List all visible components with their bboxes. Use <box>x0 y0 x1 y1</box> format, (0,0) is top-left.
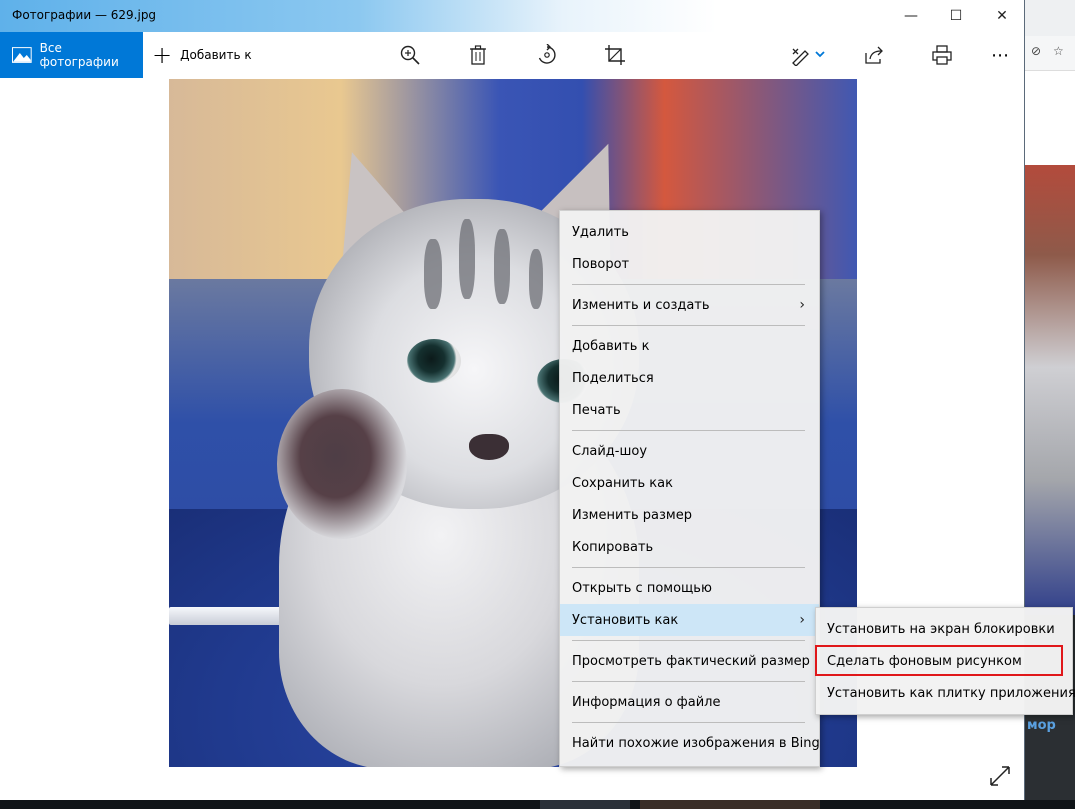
rotate-icon <box>538 44 556 64</box>
menu-separator <box>572 681 805 682</box>
submenu-item-app-tile[interactable]: Установить как плитку приложения <box>816 677 1075 709</box>
zoom-button[interactable] <box>393 32 427 78</box>
menu-item-rotate[interactable]: Поворот <box>560 248 819 280</box>
delete-icon <box>470 45 486 65</box>
background-partial-text: мор <box>1027 718 1056 733</box>
all-photos-label: Все фотографии <box>39 41 119 69</box>
menu-item-label: Изменить размер <box>572 507 692 523</box>
chevron-right-icon: › <box>799 612 805 628</box>
taskbar <box>0 800 1075 809</box>
menu-item-actual-size[interactable]: Просмотреть фактический размер <box>560 645 819 677</box>
toolbar: Все фотографии + Добавить к ⋯ <box>0 32 1024 78</box>
menu-item-label: Найти похожие изображения в Bing <box>572 735 820 751</box>
menu-item-label: Открыть с помощью <box>572 580 712 596</box>
menu-separator <box>572 430 805 431</box>
crop-button[interactable] <box>598 32 632 78</box>
menu-item-set-as[interactable]: Установить как › <box>560 604 819 636</box>
menu-separator <box>572 722 805 723</box>
menu-item-label: Копировать <box>572 539 654 555</box>
plus-icon: + <box>152 41 173 69</box>
menu-item-share[interactable]: Поделиться <box>560 362 819 394</box>
block-icon: ⊘ <box>1031 44 1042 58</box>
maximize-icon: ☐ <box>949 8 963 24</box>
edit-create-button[interactable] <box>783 32 833 78</box>
menu-separator <box>572 640 805 641</box>
menu-item-label: Поворот <box>572 256 630 272</box>
close-icon: ✕ <box>996 8 1008 24</box>
taskbar-item[interactable] <box>540 800 630 809</box>
background-window-titlebar <box>1025 0 1075 36</box>
annotation-highlight-box <box>815 645 1063 676</box>
menu-item-file-info[interactable]: Информация о файле <box>560 686 819 718</box>
taskbar-item[interactable] <box>640 800 820 809</box>
print-button[interactable] <box>925 32 959 78</box>
menu-item-label: Установить как <box>572 612 679 628</box>
share-icon <box>865 46 883 64</box>
fullscreen-icon[interactable] <box>988 764 1012 788</box>
menu-separator <box>572 284 805 285</box>
close-button[interactable]: ✕ <box>979 0 1025 32</box>
menu-item-label: Изменить и создать <box>572 297 710 313</box>
rotate-button[interactable] <box>530 32 564 78</box>
menu-item-print[interactable]: Печать <box>560 394 819 426</box>
menu-item-label: Добавить к <box>572 338 650 354</box>
title-bar: Фотографии — 629.jpg — ☐ ✕ <box>0 0 1024 32</box>
minimize-icon: — <box>904 8 918 24</box>
share-button[interactable] <box>857 32 891 78</box>
background-window-toolbar: ☆ ⊘ <box>1025 36 1075 71</box>
menu-item-label: Печать <box>572 402 621 418</box>
menu-item-label: Удалить <box>572 224 629 240</box>
minimize-button[interactable]: — <box>888 0 934 32</box>
all-photos-button[interactable]: Все фотографии <box>0 32 143 78</box>
menu-item-label: Просмотреть фактический размер <box>572 653 810 669</box>
menu-separator <box>572 325 805 326</box>
submenu-item-label: Установить на экран блокировки <box>827 621 1055 637</box>
more-button[interactable]: ⋯ <box>983 32 1017 78</box>
submenu-item-label: Установить как плитку приложения <box>827 685 1075 701</box>
menu-item-delete[interactable]: Удалить <box>560 216 819 248</box>
menu-item-edit-create[interactable]: Изменить и создать › <box>560 289 819 321</box>
menu-item-label: Слайд-шоу <box>572 443 648 459</box>
menu-item-bing-search[interactable]: Найти похожие изображения в Bing <box>560 727 820 759</box>
menu-item-label: Поделиться <box>572 370 654 386</box>
menu-item-add-to[interactable]: Добавить к <box>560 330 819 362</box>
window-title: Фотографии — 629.jpg <box>12 8 157 22</box>
edit-create-icon <box>792 48 825 66</box>
star-icon: ☆ <box>1053 44 1064 58</box>
maximize-button[interactable]: ☐ <box>933 0 979 32</box>
menu-item-label: Сохранить как <box>572 475 673 491</box>
add-to-label: Добавить к <box>180 48 252 62</box>
menu-item-open-with[interactable]: Открыть с помощью <box>560 572 819 604</box>
photos-app-icon <box>12 47 32 63</box>
menu-item-resize[interactable]: Изменить размер <box>560 499 819 531</box>
zoom-icon <box>400 45 420 65</box>
menu-item-label: Информация о файле <box>572 694 721 710</box>
delete-button[interactable] <box>461 32 495 78</box>
menu-separator <box>572 567 805 568</box>
menu-item-copy[interactable]: Копировать <box>560 531 819 563</box>
submenu-item-lock-screen[interactable]: Установить на экран блокировки <box>816 613 1072 645</box>
print-icon <box>932 45 952 65</box>
menu-item-slideshow[interactable]: Слайд-шоу <box>560 435 819 467</box>
add-to-button[interactable]: + Добавить к <box>152 32 252 78</box>
crop-icon <box>605 45 625 65</box>
context-menu: Удалить Поворот Изменить и создать › Доба… <box>559 210 820 767</box>
chevron-right-icon: › <box>799 297 805 313</box>
more-icon: ⋯ <box>991 44 1009 66</box>
menu-item-save-as[interactable]: Сохранить как <box>560 467 819 499</box>
background-cat-image <box>1025 165 1075 615</box>
